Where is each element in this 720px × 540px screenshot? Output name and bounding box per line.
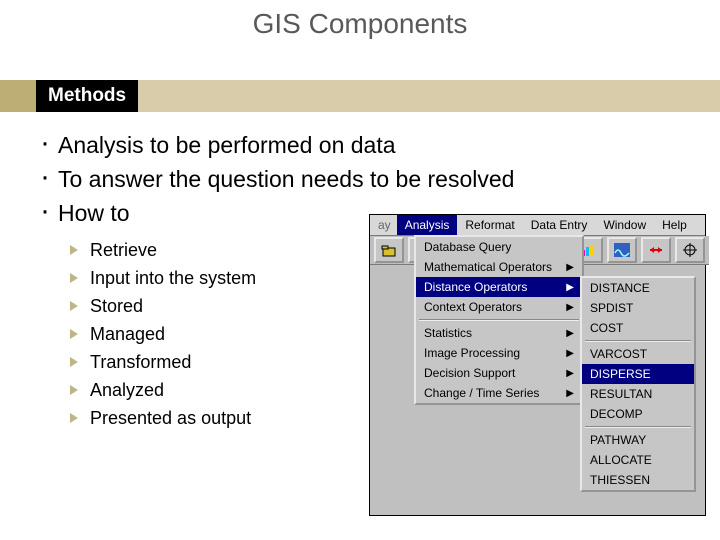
menu-item-distance-operators[interactable]: Distance Operators▶ xyxy=(416,277,582,297)
submenu-item-pathway[interactable]: PATHWAY xyxy=(582,430,694,450)
submenu-arrow-icon: ▶ xyxy=(566,388,574,399)
submenu-item-allocate[interactable]: ALLOCATE xyxy=(582,450,694,470)
menu-item-window[interactable]: Window xyxy=(595,215,654,235)
menu-item-context-operators[interactable]: Context Operators▶ xyxy=(416,297,582,317)
menu-item-dataentry[interactable]: Data Entry xyxy=(523,215,596,235)
menu-item-analysis[interactable]: Analysis xyxy=(397,215,458,235)
menu-item-decision-support[interactable]: Decision Support▶ xyxy=(416,363,582,383)
toolbar-button[interactable] xyxy=(607,237,637,263)
submenu-item-varcost[interactable]: VARCOST xyxy=(582,344,694,364)
bullet-item: To answer the question needs to be resol… xyxy=(36,162,706,196)
submenu-arrow-icon: ▶ xyxy=(566,262,574,273)
submenu-item-cost[interactable]: COST xyxy=(582,318,694,338)
menu-separator xyxy=(585,426,691,428)
submenu-arrow-icon: ▶ xyxy=(566,368,574,379)
submenu-arrow-icon: ▶ xyxy=(566,302,574,313)
open-icon xyxy=(381,243,397,257)
menu-item-reformat[interactable]: Reformat xyxy=(457,215,522,235)
bullet-item: Analysis to be performed on data xyxy=(36,128,706,162)
menu-item-math-operators[interactable]: Mathematical Operators▶ xyxy=(416,257,582,277)
menu-separator xyxy=(585,340,691,342)
submenu-item-spdist[interactable]: SPDIST xyxy=(582,298,694,318)
section-bar-fill xyxy=(138,80,720,112)
accent-block xyxy=(0,80,36,112)
target-icon xyxy=(682,243,698,257)
menubar: ay Analysis Reformat Data Entry Window H… xyxy=(370,215,705,236)
section-label: Methods xyxy=(36,80,138,112)
section-bar: Methods xyxy=(0,80,720,112)
distance-submenu: DISTANCE SPDIST COST VARCOST DISPERSE RE… xyxy=(580,276,696,492)
submenu-item-disperse[interactable]: DISPERSE xyxy=(582,364,694,384)
content-area: Analysis to be performed on data To answ… xyxy=(36,118,706,530)
submenu-item-distance[interactable]: DISTANCE xyxy=(582,278,694,298)
toolbar-button[interactable] xyxy=(675,237,705,263)
wave-icon xyxy=(614,243,630,257)
submenu-arrow-icon: ▶ xyxy=(566,328,574,339)
toolbar-button[interactable] xyxy=(374,237,404,263)
menu-separator xyxy=(419,319,579,321)
app-window: ay Analysis Reformat Data Entry Window H… xyxy=(369,214,706,516)
menu-item-clipped[interactable]: ay xyxy=(370,215,397,235)
submenu-item-decomp[interactable]: DECOMP xyxy=(582,404,694,424)
menu-item-help[interactable]: Help xyxy=(654,215,695,235)
menu-item-statistics[interactable]: Statistics▶ xyxy=(416,323,582,343)
submenu-item-resultan[interactable]: RESULTAN xyxy=(582,384,694,404)
menu-item-database-query[interactable]: Database Query xyxy=(416,237,582,257)
menu-item-image-processing[interactable]: Image Processing▶ xyxy=(416,343,582,363)
menu-item-time-series[interactable]: Change / Time Series▶ xyxy=(416,383,582,403)
analysis-menu: Database Query Mathematical Operators▶ D… xyxy=(414,235,584,405)
slide-title: GIS Components xyxy=(0,8,720,40)
submenu-arrow-icon: ▶ xyxy=(566,282,574,293)
submenu-item-thiessen[interactable]: THIESSEN xyxy=(582,470,694,490)
toolbar-button[interactable] xyxy=(641,237,671,263)
submenu-arrow-icon: ▶ xyxy=(566,348,574,359)
arrows-icon xyxy=(648,243,664,257)
